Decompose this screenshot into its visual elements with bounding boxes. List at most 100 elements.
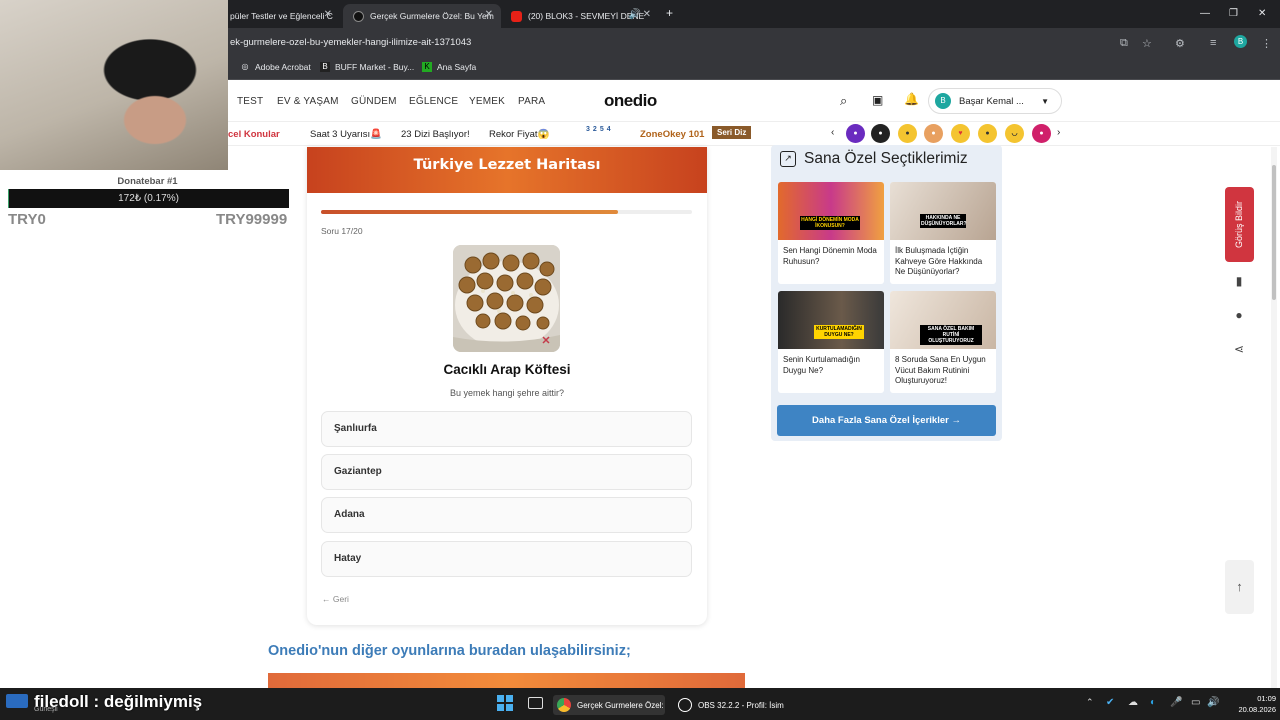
tray-app-icon[interactable]: ✔ — [1106, 697, 1114, 708]
nav-eglence[interactable]: EĞLENCE — [409, 96, 458, 107]
user-name: Başar Kemal ... — [959, 95, 1024, 107]
close-icon[interactable]: ✕ — [643, 9, 651, 20]
youtube-favicon-icon — [511, 10, 522, 22]
taskbar-chrome[interactable]: Gerçek Gurmelere Özel: — [553, 695, 665, 715]
scrollbar-thumb[interactable] — [1272, 165, 1276, 300]
nav-gundem[interactable]: GÜNDEM — [351, 96, 397, 107]
profile-avatar[interactable]: B — [1234, 35, 1247, 48]
donate-min: TRY0 — [8, 211, 46, 228]
series-badge[interactable]: Seri Diz — [712, 126, 752, 139]
nav-test[interactable]: TEST — [237, 96, 263, 107]
network-icon[interactable]: ▭ — [1191, 697, 1200, 708]
trend-item[interactable]: Saat 3 Uyarısı🚨 — [310, 129, 382, 140]
emoji-category-icon[interactable]: ● — [898, 124, 917, 143]
trend-item[interactable]: Rekor Fiyat😱 — [489, 129, 549, 140]
close-icon[interactable]: ✕ — [485, 9, 493, 20]
volume-icon[interactable]: 🔊 — [1207, 697, 1219, 708]
chevron-right-icon[interactable]: › — [1057, 127, 1060, 138]
more-content-button[interactable]: Daha Fazla Sana Özel İçerikler → — [777, 405, 996, 436]
trend-item[interactable]: cel Konular — [228, 129, 280, 140]
tray-edge-icon[interactable]: ◐ — [1150, 697, 1156, 708]
nav-yemek[interactable]: YEMEK — [469, 96, 505, 107]
chrome-icon — [557, 698, 571, 712]
share-icon[interactable]: ⋖ — [1230, 342, 1248, 360]
bookmark-label: Ana Sayfa — [437, 62, 477, 72]
zone-okey-link[interactable]: ZoneOkey 101 — [640, 129, 704, 140]
emoji-category-icon[interactable]: ● — [924, 124, 943, 143]
answer-option-gaziantep[interactable]: Gaziantep — [321, 454, 692, 490]
reading-list-icon[interactable]: ≡ — [1210, 37, 1216, 49]
search-icon[interactable]: ⌕ — [840, 93, 847, 109]
weather-icon[interactable] — [6, 694, 28, 708]
tab-label: püler Testler ve Eğlenceli C — [230, 11, 333, 21]
rec-image: HANGİ DÖNEMİN MODA İKONUSUN? — [778, 182, 884, 240]
answer-option-hatay[interactable]: Hatay — [321, 541, 692, 577]
answer-option-sanliurfa[interactable]: Şanlıurfa — [321, 411, 692, 447]
other-games-heading: Onedio'nun diğer oyunlarına buradan ulaş… — [268, 643, 631, 659]
rec-card[interactable]: SANA ÖZEL BAKIM RUTİNİ OLUŞTURUYORUZ 8 S… — [890, 291, 996, 393]
install-icon[interactable]: ⧉ — [1120, 37, 1128, 50]
chat-icon[interactable]: ▣ — [872, 93, 883, 107]
globe-icon: ◎ — [241, 62, 249, 71]
emoji-category-icon[interactable]: ● — [1032, 124, 1051, 143]
bell-icon[interactable]: 🔔 — [904, 92, 919, 106]
rec-card[interactable]: KURTULAMADIĞIN DUYGU NE? Senin Kurtulama… — [778, 291, 884, 393]
chevron-left-icon[interactable]: ‹ — [831, 127, 834, 138]
bookmark-home[interactable]: K Ana Sayfa — [422, 62, 476, 72]
rec-caption: Sen Hangi Dönemin Moda Ruhusun? — [783, 246, 877, 266]
new-tab-icon[interactable]: + — [666, 6, 673, 20]
clock-date: 20.08.2026 — [1238, 705, 1276, 714]
url-text[interactable]: ek-gurmelere-ozel-bu-yemekler-hangi-ilim… — [230, 37, 471, 48]
system-clock[interactable]: 01:09 20.08.2026 — [1226, 693, 1276, 715]
rec-image: KURTULAMADIĞIN DUYGU NE? — [778, 291, 884, 349]
tab-youtube[interactable]: (20) BLOK3 - SEVMEYİ DENE 🔊 ✕ — [501, 4, 659, 28]
back-link[interactable]: ← Geri — [322, 594, 349, 604]
scroll-top-button[interactable]: ↑ — [1225, 560, 1254, 614]
user-menu[interactable]: B Başar Kemal ... ▼ — [928, 88, 1062, 114]
tab-tests[interactable]: püler Testler ve Eğlenceli C ✕ — [220, 4, 340, 28]
task-view-icon[interactable] — [528, 697, 543, 709]
trending-bar: cel Konular Saat 3 Uyarısı🚨 23 Dizi Başl… — [228, 122, 1280, 146]
bookmark-star-icon[interactable]: ☆ — [1142, 37, 1152, 50]
rec-image-overlay: SANA ÖZEL BAKIM RUTİNİ OLUŞTURUYORUZ — [920, 325, 982, 345]
emoji-category-icon[interactable]: ● — [871, 124, 890, 143]
tray-chevron-icon[interactable]: ⌃ — [1086, 697, 1094, 708]
taskbar-obs[interactable]: OBS 32.2.2 - Profil: İsim — [676, 695, 791, 715]
games-banner[interactable] — [268, 673, 745, 689]
microphone-icon[interactable]: 🎤 — [1170, 697, 1182, 708]
comments-icon[interactable]: ● — [1230, 308, 1248, 326]
answer-option-adana[interactable]: Adana — [321, 497, 692, 533]
smile-icon[interactable]: ◡ — [1005, 124, 1024, 143]
site-logo[interactable]: onedio — [604, 91, 657, 111]
windows-logo — [497, 695, 513, 711]
tray-cloud-icon[interactable]: ☁ — [1128, 697, 1138, 708]
bookmark-buff[interactable]: B BUFF Market - Buy... — [320, 62, 414, 72]
donate-bar: 172₺ (0.17%) — [8, 189, 289, 208]
taskbar-app-label: OBS 32.2.2 - Profil: İsim — [698, 700, 784, 710]
recommendations-title: Sana Özel Seçtiklerimiz — [804, 150, 968, 167]
avatar: B — [935, 93, 951, 109]
quiz-title: Türkiye Lezzet Haritası — [413, 157, 601, 173]
close-icon[interactable]: ✕ — [324, 9, 332, 20]
nav-ev-yasam[interactable]: EV & YAŞAM — [277, 96, 339, 107]
external-link-icon: ↗ — [780, 151, 796, 167]
emoji-category-icon[interactable]: ● — [978, 124, 997, 143]
bookmark-adobe[interactable]: ◎ Adobe Acrobat — [240, 62, 311, 72]
clock-time: 01:09 — [1257, 694, 1276, 703]
close-window-icon[interactable]: ✕ — [1258, 8, 1266, 19]
feedback-label: Görüş Bildir — [1234, 201, 1244, 249]
menu-icon[interactable]: ⋮ — [1261, 37, 1272, 50]
rec-card[interactable]: HANGİ DÖNEMİN MODA İKONUSUN? Sen Hangi D… — [778, 182, 884, 284]
trend-item[interactable]: 23 Dizi Başlıyor! — [401, 129, 470, 140]
emoji-category-icon[interactable]: ● — [846, 124, 865, 143]
windows-start-icon[interactable] — [497, 695, 513, 711]
heart-eyes-icon[interactable]: ♥ — [951, 124, 970, 143]
rec-card[interactable]: HAKKINDA NE DÜŞÜNÜYORLAR? İlk Buluşmada … — [890, 182, 996, 284]
speaker-icon[interactable]: 🔊 — [629, 9, 641, 20]
extensions-icon[interactable]: ⚙ — [1175, 37, 1185, 50]
bookmark-icon[interactable]: ▮ — [1230, 274, 1248, 292]
restore-icon[interactable]: ❐ — [1229, 8, 1238, 19]
nav-para[interactable]: PARA — [518, 96, 545, 107]
minimize-icon[interactable]: — — [1200, 8, 1210, 19]
tab-quiz[interactable]: Gerçek Gurmelere Özel: Bu Yem ✕ — [343, 4, 501, 28]
